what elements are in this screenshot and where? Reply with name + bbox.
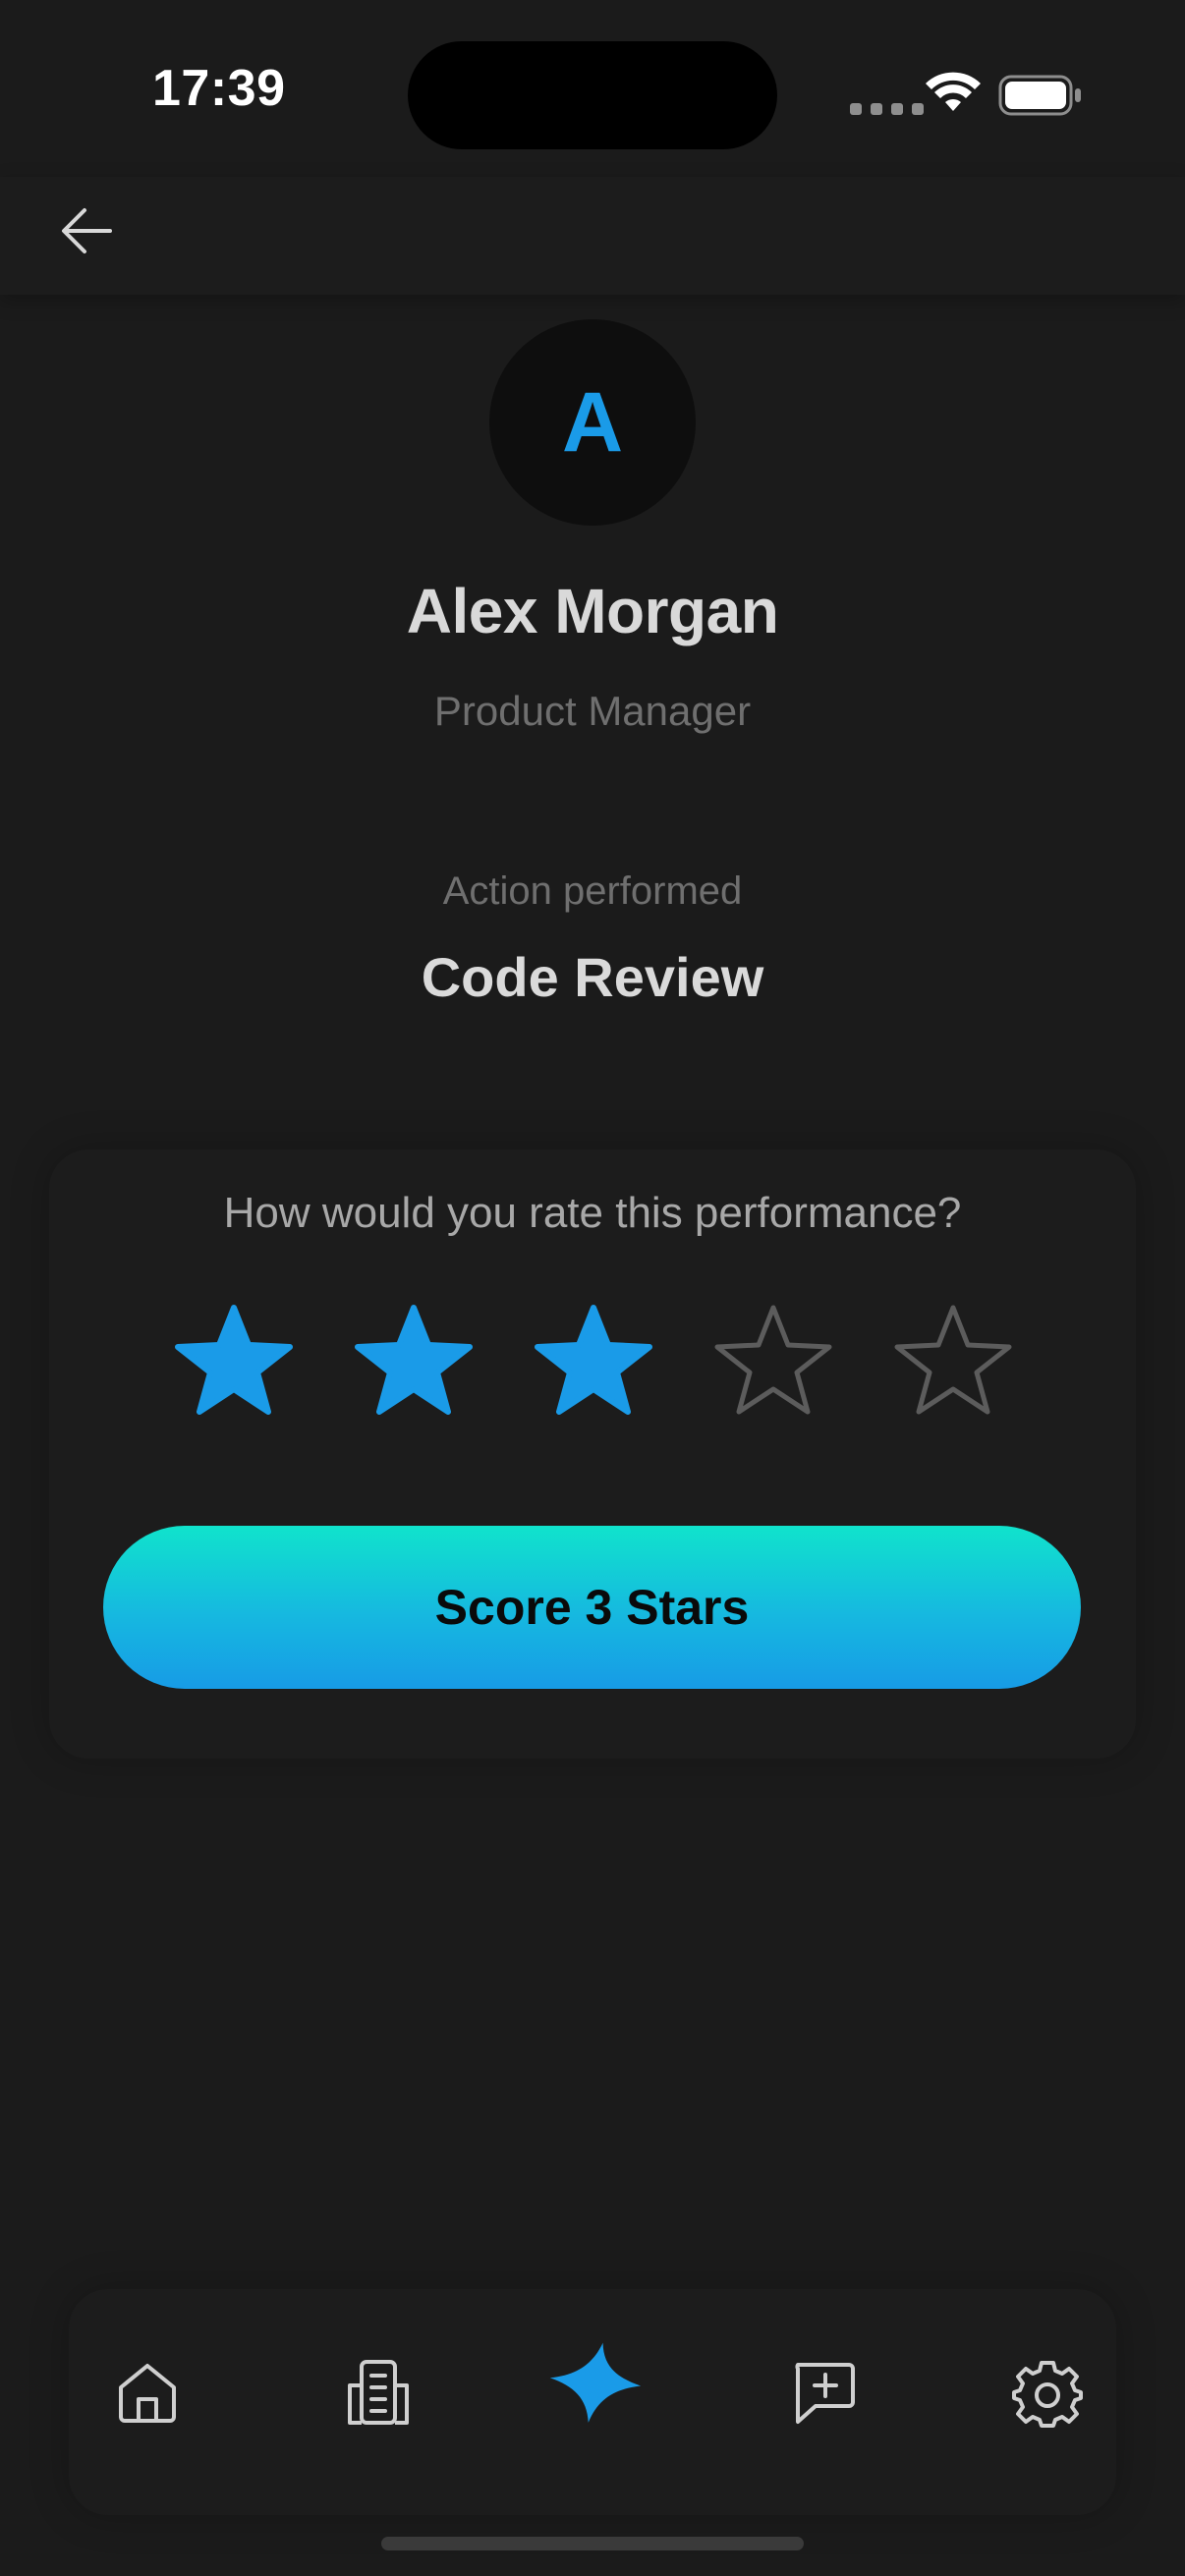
- star-filled-icon: [535, 1305, 652, 1415]
- profile-name: Alex Morgan: [406, 576, 779, 646]
- top-bar: [0, 177, 1185, 295]
- nav-feedback[interactable]: [774, 2343, 873, 2441]
- avatar-initial: A: [561, 374, 624, 470]
- star-4[interactable]: [709, 1302, 837, 1420]
- arrow-left-icon: [62, 208, 112, 253]
- profile-role: Product Manager: [433, 688, 752, 734]
- home-icon: [119, 2364, 176, 2423]
- nav-home[interactable]: [98, 2343, 197, 2441]
- action-caption: Action performed: [442, 869, 743, 913]
- dynamic-island: [408, 41, 777, 149]
- wifi-icon: [926, 72, 981, 118]
- star-5[interactable]: [889, 1302, 1017, 1420]
- nav-settings[interactable]: [998, 2343, 1097, 2441]
- star-outline-icon: [894, 1305, 1012, 1415]
- star-filled-icon: [355, 1305, 473, 1415]
- star-3[interactable]: [530, 1302, 657, 1420]
- status-bar: 17:39: [0, 0, 1185, 196]
- rating-question: How would you rate this performance?: [223, 1189, 962, 1237]
- bottom-navigation: [69, 2289, 1116, 2515]
- star-outline-icon: [714, 1305, 832, 1415]
- message-plus-icon: [795, 2363, 855, 2424]
- gear-icon: [1012, 2361, 1083, 2428]
- action-value: Code Review: [421, 946, 764, 1008]
- nav-company[interactable]: [329, 2343, 427, 2441]
- back-button[interactable]: [47, 196, 126, 265]
- building-icon: [348, 2360, 409, 2425]
- star-filled-icon: [175, 1305, 293, 1415]
- score-button[interactable]: Score 3 Stars: [103, 1526, 1081, 1689]
- nav-rate[interactable]: [545, 2333, 644, 2432]
- battery-icon: [998, 75, 1083, 121]
- home-indicator: [381, 2537, 804, 2550]
- star-1[interactable]: [170, 1302, 298, 1420]
- sparkle-icon: [549, 2342, 642, 2423]
- status-time: 17:39: [152, 60, 286, 117]
- avatar: A: [489, 319, 696, 526]
- star-2[interactable]: [350, 1302, 478, 1420]
- cellular-signal-icon: [850, 103, 924, 115]
